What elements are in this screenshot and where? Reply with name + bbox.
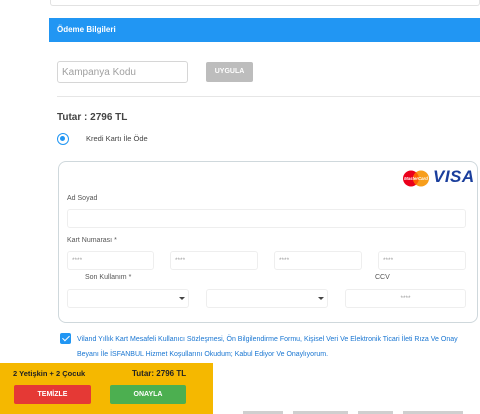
credit-card-radio-label: Kredi Kartı İle Öde — [86, 134, 148, 143]
clipped-content — [213, 405, 480, 414]
expiry-month-select[interactable] — [67, 289, 189, 308]
cvv-label: CCV — [375, 274, 390, 281]
mastercard-wordmark: MasterCard — [404, 176, 428, 181]
card-number-label: Kart Numarası * — [67, 237, 117, 244]
terms-agreement-text[interactable]: Viland Yıllık Kart Mesafeli Kullanıcı Sö… — [77, 332, 472, 362]
terms-checkbox[interactable] — [60, 333, 71, 344]
card-number-part-2[interactable]: **** — [170, 251, 258, 270]
mastercard-logo: MasterCard — [403, 170, 429, 187]
chevron-down-icon — [318, 297, 324, 300]
card-number-part-3[interactable]: **** — [274, 251, 362, 270]
total-amount: Tutar : 2796 TL — [57, 112, 128, 123]
expiry-year-select[interactable] — [206, 289, 328, 308]
chevron-down-icon — [179, 297, 185, 300]
confirm-button[interactable]: ONAYLA — [110, 385, 186, 404]
apply-promo-button[interactable]: UYGULA — [206, 62, 253, 82]
expiry-label: Son Kullanım * — [85, 274, 132, 281]
clear-button[interactable]: TEMİZLE — [14, 385, 91, 404]
visa-logo: VISA — [433, 167, 475, 186]
name-input[interactable] — [67, 209, 466, 228]
summary-total: Tutar: 2796 TL — [132, 369, 187, 378]
promo-code-input[interactable] — [57, 61, 188, 83]
credit-card-radio[interactable] — [57, 133, 69, 145]
card-number-part-1[interactable]: **** — [67, 251, 154, 270]
divider — [57, 96, 480, 97]
card-number-part-4[interactable]: **** — [378, 251, 466, 270]
name-label: Ad Soyad — [67, 195, 98, 202]
cvv-input[interactable]: **** — [345, 289, 466, 308]
previous-section-card — [50, 0, 480, 6]
guest-summary: 2 Yetişkin + 2 Çocuk — [13, 369, 86, 378]
payment-section-header: Ödeme Bilgileri — [49, 18, 480, 42]
